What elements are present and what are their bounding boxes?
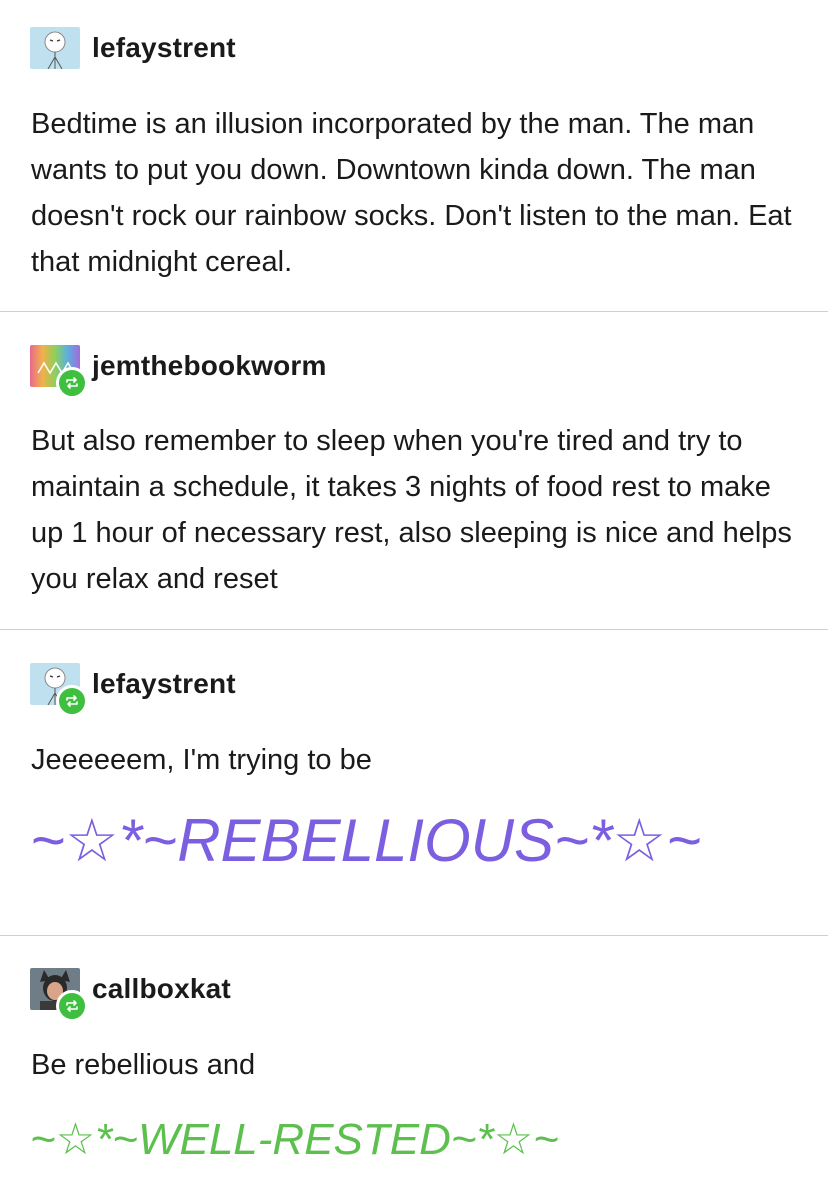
reblog-icon xyxy=(66,1000,78,1012)
post-header: lefaystrent xyxy=(30,663,236,717)
stick-figure-avatar-icon xyxy=(30,27,80,69)
post-text: But also remember to sleep when you're t… xyxy=(31,425,792,595)
rebellious-text: ~☆*~REBELLIOUS~*☆~ xyxy=(30,807,702,874)
avatar[interactable] xyxy=(30,27,80,69)
username[interactable]: lefaystrent xyxy=(92,32,236,64)
reblog-icon xyxy=(66,377,78,389)
reblog-badge xyxy=(56,990,88,1022)
post-header: lefaystrent xyxy=(30,27,236,69)
avatar[interactable] xyxy=(30,345,88,399)
username[interactable]: lefaystrent xyxy=(92,668,236,700)
post-header: callboxkat xyxy=(30,968,231,1022)
reblog-badge xyxy=(56,685,88,717)
reblog-icon xyxy=(66,695,78,707)
well-rested-text: ~☆*~WELL-RESTED~*☆~ xyxy=(30,1115,559,1164)
avatar[interactable] xyxy=(30,663,88,717)
post-divider xyxy=(0,311,828,312)
post-divider xyxy=(0,935,828,936)
reblog-badge xyxy=(56,367,88,399)
username[interactable]: jemthebookworm xyxy=(92,350,327,382)
username[interactable]: callboxkat xyxy=(92,973,231,1005)
post-text: Jeeeeeem, I'm trying to be xyxy=(31,744,372,776)
post-header: jemthebookworm xyxy=(30,345,327,399)
post-text: Bedtime is an illusion incorporated by t… xyxy=(31,108,792,278)
post-text: Be rebellious and xyxy=(31,1049,256,1081)
avatar[interactable] xyxy=(30,968,88,1022)
post-divider xyxy=(0,629,828,630)
